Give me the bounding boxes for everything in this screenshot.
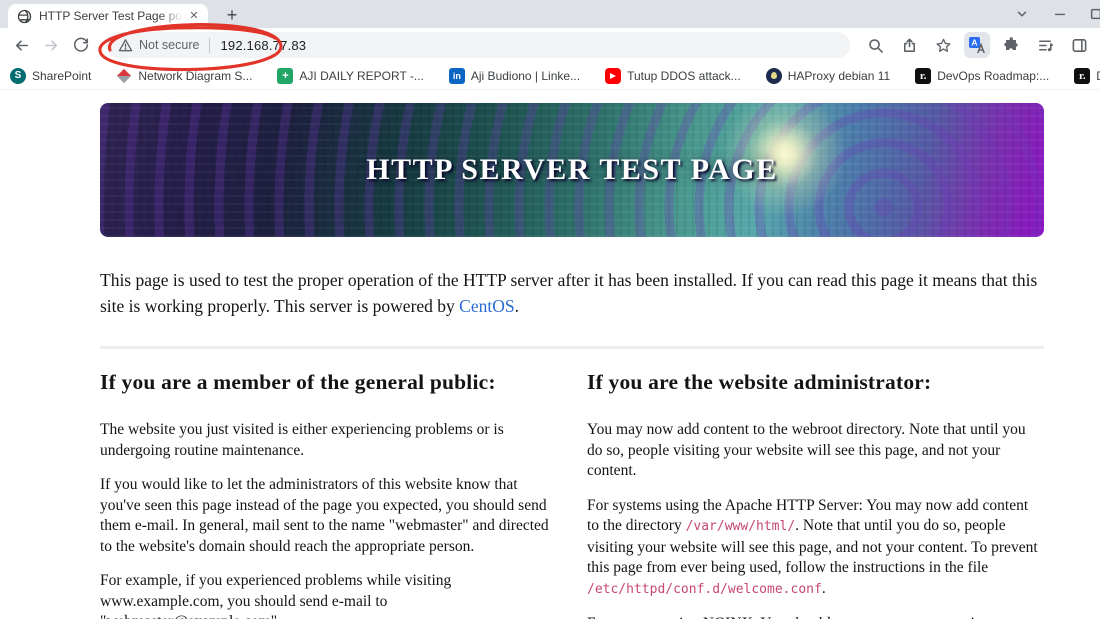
tab-title: HTTP Server Test Page powered <box>39 9 186 23</box>
intro-paragraph: This page is used to test the proper ope… <box>100 268 1044 319</box>
youtube-icon <box>605 67 622 84</box>
linkedin-icon: in <box>448 67 465 84</box>
paragraph: For systems using the Apache HTTP Server… <box>587 496 1044 601</box>
test-page-banner: HTTP SERVER TEST PAGE <box>100 103 1044 237</box>
bookmark-label: Network Diagram S... <box>138 68 253 83</box>
bookmark-aji-daily-report[interactable]: + AJI DAILY REPORT -... <box>277 67 424 84</box>
browser-toolbar: Not secure 192.168.77.83 A <box>0 28 1100 62</box>
google-sheets-icon: + <box>277 67 294 84</box>
text-segment: For example, if you experienced problems… <box>100 572 452 619</box>
bookmark-label: SharePoint <box>32 68 92 83</box>
share-icon[interactable] <box>896 32 922 58</box>
bookmark-label: Docker Roadmap -... <box>1096 69 1100 83</box>
translate-extension-icon[interactable]: A <box>964 32 990 58</box>
public-column-heading: If you are a member of the general publi… <box>100 370 496 394</box>
text-segment: . <box>514 295 519 316</box>
roadmap-icon: r. <box>1074 67 1091 84</box>
sharepoint-icon: S <box>10 67 26 84</box>
address-bar[interactable]: Not secure 192.168.77.83 <box>106 32 850 58</box>
bookmark-docker-roadmap[interactable]: r. Docker Roadmap -... <box>1074 67 1100 84</box>
bookmark-star-icon[interactable] <box>930 32 956 58</box>
paragraph: For example, if you experienced problems… <box>100 571 557 619</box>
forward-button[interactable] <box>38 32 64 58</box>
paragraph: If you would like to let the administrat… <box>100 475 557 557</box>
bookmark-devops-roadmap[interactable]: r. DevOps Roadmap:... <box>915 67 1050 84</box>
centos-link[interactable]: CentOS <box>459 296 514 316</box>
diagram-icon <box>116 68 132 84</box>
bookmark-linkedin[interactable]: in Aji Budiono | Linke... <box>448 67 581 84</box>
paragraph: For systems using NGINX: You should now … <box>587 614 1044 619</box>
roadmap-icon: r. <box>915 67 932 84</box>
admin-column-heading: If you are the website administrator: <box>587 370 932 394</box>
bookmark-label: Aji Budiono | Linke... <box>470 68 581 83</box>
text-segment: This page is used to test the proper ope… <box>100 270 1038 316</box>
bookmark-network-diagram[interactable]: Network Diagram S... <box>116 68 252 84</box>
tab-strip: HTTP Server Test Page powered ✕ + <box>0 0 1100 28</box>
paragraph: The website you just visited is either e… <box>100 420 557 461</box>
extensions-puzzle-icon[interactable] <box>998 32 1024 58</box>
code-text: /var/www/html/ <box>685 519 796 534</box>
text-segment: For systems using NGINX: You should now … <box>587 615 993 619</box>
url-text[interactable]: 192.168.77.83 <box>220 38 306 53</box>
bookmark-label: HAProxy debian 11 <box>787 68 891 83</box>
bookmark-label: DevOps Roadmap:... <box>937 68 1050 83</box>
maximize-button[interactable] <box>1082 0 1100 28</box>
svg-text:A: A <box>971 38 977 48</box>
side-panel-icon[interactable] <box>1066 32 1092 58</box>
omnibox-divider <box>209 37 211 53</box>
paragraph: You may now add content to the webroot d… <box>587 420 1044 482</box>
search-icon[interactable] <box>862 32 888 58</box>
back-button[interactable] <box>8 32 34 58</box>
globe-favicon-icon <box>17 9 32 23</box>
bookmarks-bar: S SharePoint Network Diagram S... + AJI … <box>0 62 1100 90</box>
admin-column: If you are the website administrator: Yo… <box>587 370 1044 619</box>
browser-tab[interactable]: HTTP Server Test Page powered ✕ <box>8 4 208 28</box>
bookmark-label: Tutup DDOS attack... <box>627 68 741 83</box>
bookmark-haproxy[interactable]: HAProxy debian 11 <box>765 67 891 84</box>
not-secure-warning-icon <box>118 38 133 51</box>
security-chip-label[interactable]: Not secure <box>139 38 199 52</box>
text-segment: If you would like to let the administrat… <box>100 476 549 555</box>
text-segment: You may now add content to the webroot d… <box>587 421 1026 479</box>
code-text: /etc/httpd/conf.d/welcome.conf <box>587 581 822 597</box>
text-segment: . <box>821 579 826 597</box>
section-divider <box>100 346 1044 349</box>
bookmark-youtube[interactable]: Tutup DDOS attack... <box>605 67 741 84</box>
reload-button[interactable] <box>68 32 94 58</box>
haproxy-icon <box>765 67 782 84</box>
banner-title: HTTP SERVER TEST PAGE <box>366 153 778 186</box>
public-column: If you are a member of the general publi… <box>100 370 557 619</box>
new-tab-button[interactable]: + <box>220 5 244 27</box>
web-page-viewport: HTTP SERVER TEST PAGE This page is used … <box>0 90 1100 619</box>
tab-search-chevron-icon[interactable] <box>1008 0 1036 28</box>
bookmark-sharepoint[interactable]: S SharePoint <box>10 67 92 84</box>
tab-close-icon[interactable]: ✕ <box>186 8 202 24</box>
media-controls-icon[interactable] <box>1032 32 1058 58</box>
bookmark-label: AJI DAILY REPORT -... <box>299 68 424 83</box>
text-segment: The website you just visited is either e… <box>100 421 504 459</box>
minimize-button[interactable] <box>1046 0 1074 28</box>
